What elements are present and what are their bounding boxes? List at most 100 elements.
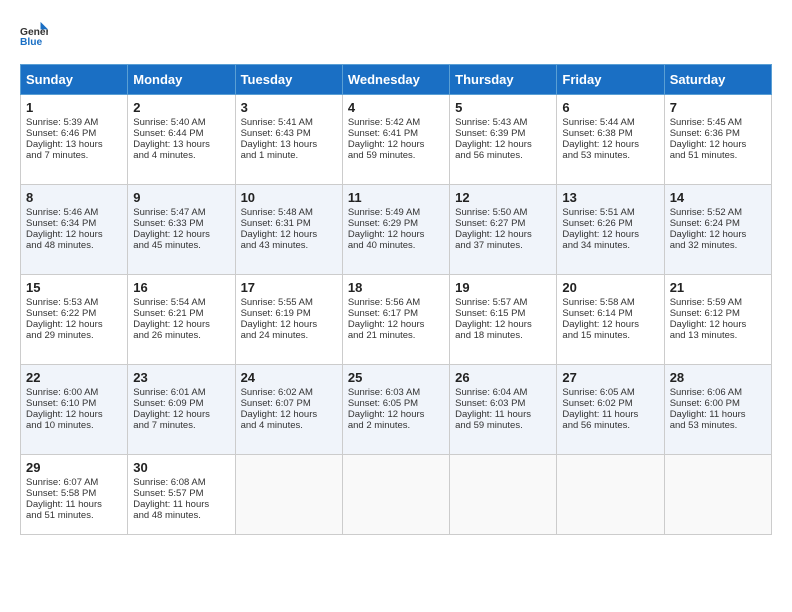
day-number: 21: [670, 280, 766, 295]
calendar-cell: 5Sunrise: 5:43 AMSunset: 6:39 PMDaylight…: [450, 95, 557, 185]
day-info: and 15 minutes.: [562, 330, 658, 341]
day-info: Daylight: 12 hours: [562, 139, 658, 150]
day-number: 14: [670, 190, 766, 205]
day-info: Daylight: 12 hours: [241, 229, 337, 240]
day-info: and 7 minutes.: [133, 420, 229, 431]
day-info: Sunrise: 6:07 AM: [26, 477, 122, 488]
day-number: 28: [670, 370, 766, 385]
day-info: and 59 minutes.: [348, 150, 444, 161]
calendar-cell: 18 Sunrise: 5:56 AMSunset: 6:17 PMDayligh…: [342, 275, 449, 365]
calendar-cell: 29Sunrise: 6:07 AMSunset: 5:58 PMDayligh…: [21, 455, 128, 535]
day-header-saturday: Saturday: [664, 65, 771, 95]
calendar-cell: 16 Sunrise: 5:54 AMSunset: 6:21 PMDayligh…: [128, 275, 235, 365]
day-info: Sunset: 6:34 PM: [26, 218, 122, 229]
day-info: Sunrise: 6:04 AM: [455, 387, 551, 398]
day-info: Sunset: 6:21 PM: [133, 308, 229, 319]
day-info: Sunset: 6:10 PM: [26, 398, 122, 409]
day-info: Sunrise: 5:59 AM: [670, 297, 766, 308]
calendar-week-2: 8 Sunrise: 5:46 AMSunset: 6:34 PM Daylight…: [21, 185, 772, 275]
day-info: and 56 minutes.: [562, 420, 658, 431]
day-info: and 34 minutes.: [562, 240, 658, 251]
day-info: Sunrise: 6:02 AM: [241, 387, 337, 398]
day-info: Daylight: 12 hours: [348, 139, 444, 150]
day-number: 1: [26, 100, 122, 115]
day-info: Sunrise: 5:56 AM: [348, 297, 444, 308]
day-info: Daylight: 11 hours: [455, 409, 551, 420]
day-info: Sunrise: 5:55 AM: [241, 297, 337, 308]
day-number: 18: [348, 280, 444, 295]
calendar-header-row: SundayMondayTuesdayWednesdayThursdayFrid…: [21, 65, 772, 95]
day-info: Sunrise: 5:52 AM: [670, 207, 766, 218]
day-number: 11: [348, 190, 444, 205]
day-info: Sunrise: 5:46 AM: [26, 207, 122, 218]
calendar-cell: 23Sunrise: 6:01 AMSunset: 6:09 PMDayligh…: [128, 365, 235, 455]
calendar-cell: [664, 455, 771, 535]
svg-text:Blue: Blue: [20, 37, 43, 48]
day-header-monday: Monday: [128, 65, 235, 95]
day-info: Daylight: 13 hours: [26, 139, 122, 150]
day-info: Sunset: 6:27 PM: [455, 218, 551, 229]
day-info: Sunset: 6:46 PM: [26, 128, 122, 139]
calendar-cell: 11Sunrise: 5:49 AMSunset: 6:29 PMDayligh…: [342, 185, 449, 275]
day-info: Sunset: 6:15 PM: [455, 308, 551, 319]
day-info: Sunset: 6:41 PM: [348, 128, 444, 139]
day-info: Daylight: 12 hours: [562, 319, 658, 330]
day-info: Sunset: 5:58 PM: [26, 488, 122, 499]
day-info: Sunrise: 6:01 AM: [133, 387, 229, 398]
day-info: and 32 minutes.: [670, 240, 766, 251]
day-number: 15: [26, 280, 122, 295]
calendar-cell: 24Sunrise: 6:02 AMSunset: 6:07 PMDayligh…: [235, 365, 342, 455]
day-info: and 4 minutes.: [133, 150, 229, 161]
calendar-cell: 4Sunrise: 5:42 AMSunset: 6:41 PMDaylight…: [342, 95, 449, 185]
day-info: Sunset: 6:31 PM: [241, 218, 337, 229]
day-number: 27: [562, 370, 658, 385]
day-info: Sunrise: 5:40 AM: [133, 117, 229, 128]
calendar-week-3: 15Sunrise: 5:53 AMSunset: 6:22 PMDayligh…: [21, 275, 772, 365]
day-info: Daylight: 12 hours: [455, 229, 551, 240]
day-info: Daylight: 12 hours: [348, 409, 444, 420]
day-info: and 51 minutes.: [26, 510, 122, 521]
day-number: 30: [133, 460, 229, 475]
calendar-cell: 19Sunrise: 5:57 AMSunset: 6:15 PMDayligh…: [450, 275, 557, 365]
day-info: Daylight: 12 hours: [241, 409, 337, 420]
calendar-cell: 8Sunrise: 5:46 AMSunset: 6:34 PMDaylight…: [21, 185, 128, 275]
calendar-week-4: 22Sunrise: 6:00 AMSunset: 6:10 PMDayligh…: [21, 365, 772, 455]
day-info: and 53 minutes.: [562, 150, 658, 161]
day-number: 24: [241, 370, 337, 385]
day-info: Daylight: 12 hours: [133, 409, 229, 420]
day-info: and 10 minutes.: [26, 420, 122, 431]
day-info: Sunset: 6:02 PM: [562, 398, 658, 409]
day-info: Sunset: 6:39 PM: [455, 128, 551, 139]
day-header-thursday: Thursday: [450, 65, 557, 95]
calendar-cell: 9Sunrise: 5:47 AMSunset: 6:33 PMDaylight…: [128, 185, 235, 275]
day-info: Sunrise: 5:57 AM: [455, 297, 551, 308]
day-info: and 40 minutes.: [348, 240, 444, 251]
calendar-cell: 6Sunrise: 5:44 AMSunset: 6:38 PMDaylight…: [557, 95, 664, 185]
day-number: 8: [26, 190, 122, 205]
day-info: Sunrise: 5:43 AM: [455, 117, 551, 128]
day-info: Sunrise: 5:54 AM: [133, 297, 229, 308]
calendar-cell: 2Sunrise: 5:40 AMSunset: 6:44 PMDaylight…: [128, 95, 235, 185]
day-info: Daylight: 13 hours: [133, 139, 229, 150]
day-info: Daylight: 11 hours: [26, 499, 122, 510]
calendar-table: SundayMondayTuesdayWednesdayThursdayFrid…: [20, 64, 772, 535]
day-number: 19: [455, 280, 551, 295]
calendar-cell: 20Sunrise: 5:58 AMSunset: 6:14 PMDayligh…: [557, 275, 664, 365]
day-number: 16: [133, 280, 229, 295]
day-number: 23: [133, 370, 229, 385]
day-header-friday: Friday: [557, 65, 664, 95]
day-info: Sunrise: 5:42 AM: [348, 117, 444, 128]
day-info: Sunset: 6:17 PM: [348, 308, 444, 319]
calendar-cell: 10Sunrise: 5:48 AMSunset: 6:31 PMDayligh…: [235, 185, 342, 275]
day-info: Daylight: 13 hours: [241, 139, 337, 150]
day-number: 26: [455, 370, 551, 385]
day-info: Daylight: 12 hours: [241, 319, 337, 330]
calendar-cell: 3Sunrise: 5:41 AMSunset: 6:43 PMDaylight…: [235, 95, 342, 185]
calendar-cell: 22Sunrise: 6:00 AMSunset: 6:10 PMDayligh…: [21, 365, 128, 455]
day-info: Daylight: 12 hours: [348, 319, 444, 330]
day-info: Daylight: 12 hours: [133, 319, 229, 330]
day-info: and 53 minutes.: [670, 420, 766, 431]
day-info: Sunset: 6:00 PM: [670, 398, 766, 409]
calendar-cell: [557, 455, 664, 535]
calendar-cell: 26Sunrise: 6:04 AMSunset: 6:03 PMDayligh…: [450, 365, 557, 455]
